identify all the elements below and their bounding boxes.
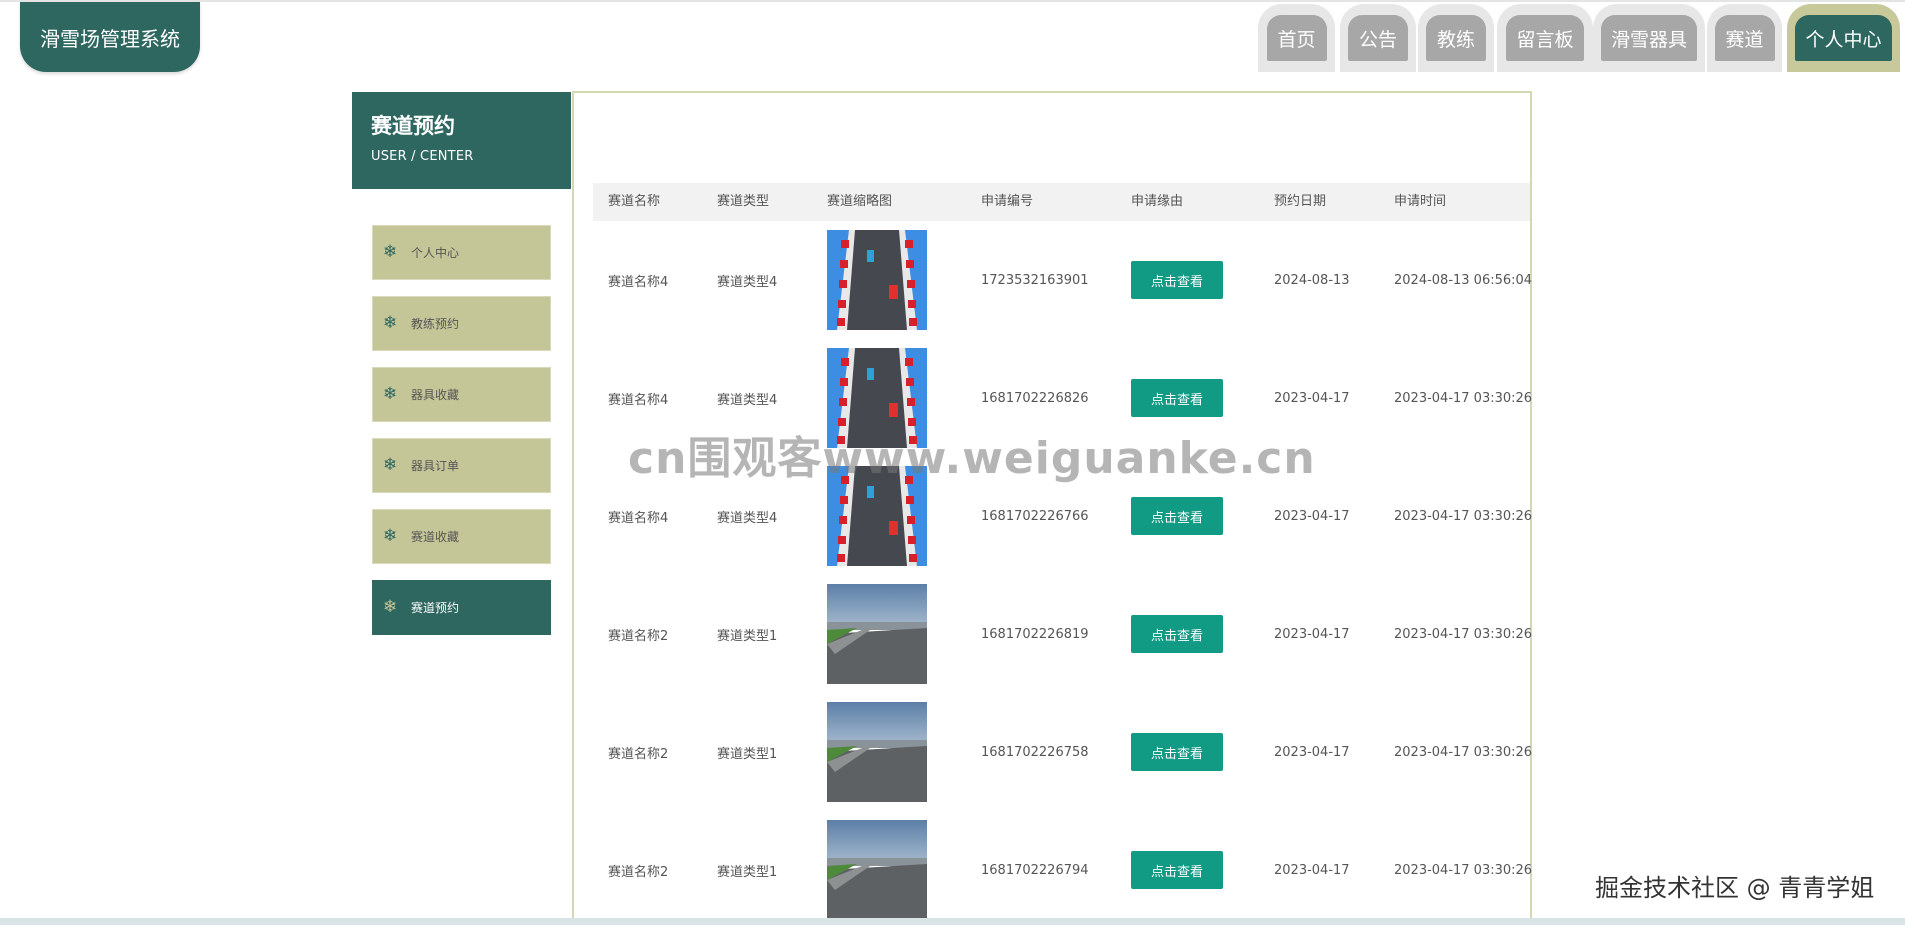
column-header-reason: 申请缘由 — [1131, 194, 1184, 209]
watermark-text: cn围观客www.weiguanke.cn — [628, 433, 1316, 484]
nav-tab-personal-center-label: 个人中心 — [1795, 15, 1892, 61]
cell-reason: 点击查看 — [1131, 575, 1223, 693]
sidebar-item-track-booking[interactable]: ❄ 赛道预约 — [372, 580, 551, 635]
nav-tab-message-board-label: 留言板 — [1506, 15, 1584, 61]
cell-reason: 点击查看 — [1131, 811, 1223, 929]
sidebar-item-label: 教练预约 — [411, 317, 460, 331]
cell-apply-time: 2023-04-17 03:30:26 — [1394, 508, 1533, 524]
nav-tab-home[interactable]: 首页 — [1258, 4, 1335, 72]
sidebar-title: 赛道预约 — [371, 114, 455, 138]
cell-booking-date: 2023-04-17 — [1274, 862, 1350, 878]
cell-apply-no: 1681702226819 — [981, 626, 1089, 642]
circuit-photo-thumbnail[interactable] — [827, 820, 927, 920]
view-button[interactable]: 点击查看 — [1131, 733, 1223, 771]
cell-apply-no: 1681702226794 — [981, 862, 1089, 878]
snowflake-icon: ❄ — [383, 597, 398, 617]
cell-booking-date: 2023-04-17 — [1274, 626, 1350, 642]
nav-tab-track[interactable]: 赛道 — [1707, 4, 1782, 72]
nav-tab-coach[interactable]: 教练 — [1418, 4, 1494, 72]
view-button[interactable]: 点击查看 — [1131, 615, 1223, 653]
table-row: 赛道名称2 赛道类型1 1681702226819 点击查看 2023-04-1… — [593, 575, 1533, 693]
nav-tab-notice-label: 公告 — [1348, 15, 1408, 61]
view-button[interactable]: 点击查看 — [1131, 379, 1223, 417]
table-row: 赛道名称2 赛道类型1 1681702226758 点击查看 2023-04-1… — [593, 693, 1533, 811]
cell-thumbnail — [827, 221, 927, 339]
sidebar-item-equipment-favorites[interactable]: ❄ 器具收藏 — [372, 367, 551, 422]
bottom-edge — [0, 918, 1905, 925]
sidebar-item-label: 个人中心 — [411, 246, 460, 260]
nav-tab-notice[interactable]: 公告 — [1340, 4, 1416, 72]
cell-track-name: 赛道名称4 — [608, 274, 669, 290]
sidebar-item-coach-booking[interactable]: ❄ 教练预约 — [372, 296, 551, 351]
credit-text: 掘金技术社区 @ 青青学姐 — [1595, 874, 1875, 902]
cell-apply-time: 2023-04-17 03:30:26 — [1394, 626, 1533, 642]
table-row: 赛道名称4 赛道类型4 1723532163901 点击查看 2024-08-1… — [593, 221, 1533, 339]
column-header-thumbnail: 赛道缩略图 — [827, 194, 893, 209]
cell-apply-no: 1723532163901 — [981, 272, 1089, 288]
cell-apply-no: 1681702226758 — [981, 744, 1089, 760]
column-header-track-name: 赛道名称 — [608, 194, 661, 209]
cell-booking-date: 2023-04-17 — [1274, 744, 1350, 760]
sidebar-item-label: 器具收藏 — [411, 388, 460, 402]
sidebar-subtitle: USER / CENTER — [371, 149, 474, 164]
nav-tab-home-label: 首页 — [1266, 15, 1327, 61]
nav-tab-equipment-label: 滑雪器具 — [1600, 15, 1697, 61]
table-row: 赛道名称2 赛道类型1 1681702226794 点击查看 2023-04-1… — [593, 811, 1533, 929]
column-header-track-type: 赛道类型 — [717, 194, 770, 209]
cell-track-type: 赛道类型4 — [717, 274, 778, 290]
cell-apply-time: 2023-04-17 03:30:26 — [1394, 862, 1533, 878]
cell-track-name: 赛道名称2 — [608, 628, 669, 644]
cell-track-type: 赛道类型1 — [717, 746, 778, 762]
nav-tab-coach-label: 教练 — [1426, 15, 1486, 61]
sidebar-item-label: 器具订单 — [411, 459, 460, 473]
column-header-apply-no: 申请编号 — [981, 194, 1034, 209]
table-header: 赛道名称 赛道类型 赛道缩略图 申请编号 申请缘由 预约日期 申请时间 — [593, 183, 1530, 221]
snowflake-icon: ❄ — [383, 313, 398, 333]
sidebar-item-track-favorites[interactable]: ❄ 赛道收藏 — [372, 509, 551, 564]
cell-track-name: 赛道名称2 — [608, 746, 669, 762]
sidebar-item-personal-center[interactable]: ❄ 个人中心 — [372, 225, 551, 280]
nav-tab-track-label: 赛道 — [1714, 15, 1775, 61]
cell-booking-date: 2024-08-13 — [1274, 272, 1350, 288]
nav-tab-personal-center[interactable]: 个人中心 — [1787, 4, 1900, 72]
snowflake-icon: ❄ — [383, 455, 398, 475]
sidebar-item-label: 赛道收藏 — [411, 530, 460, 544]
sidebar-item-equipment-orders[interactable]: ❄ 器具订单 — [372, 438, 551, 493]
circuit-photo-thumbnail[interactable] — [827, 702, 927, 802]
column-header-booking-date: 预约日期 — [1274, 194, 1327, 209]
sidebar-item-label: 赛道预约 — [411, 601, 460, 615]
cell-apply-time: 2024-08-13 06:56:04 — [1394, 272, 1533, 288]
view-button[interactable]: 点击查看 — [1131, 497, 1223, 535]
cell-track-name: 赛道名称2 — [608, 864, 669, 880]
cell-reason: 点击查看 — [1131, 693, 1223, 811]
cell-track-type: 赛道类型1 — [717, 628, 778, 644]
race-track-thumbnail[interactable] — [827, 230, 927, 330]
nav-tab-message-board[interactable]: 留言板 — [1497, 4, 1593, 72]
top-nav: 首页 公告 教练 留言板 滑雪器具 赛道 个人中心 — [0, 2, 1905, 72]
sidebar-header: 赛道预约 USER / CENTER — [352, 92, 571, 189]
cell-apply-time: 2023-04-17 03:30:26 — [1394, 390, 1533, 406]
cell-reason: 点击查看 — [1131, 221, 1223, 339]
cell-thumbnail — [827, 811, 927, 929]
cell-apply-time: 2023-04-17 03:30:26 — [1394, 744, 1533, 760]
column-header-apply-time: 申请时间 — [1394, 194, 1447, 209]
snowflake-icon: ❄ — [383, 526, 398, 546]
cell-thumbnail — [827, 693, 927, 811]
nav-tab-equipment[interactable]: 滑雪器具 — [1593, 4, 1705, 72]
cell-thumbnail — [827, 575, 927, 693]
view-button[interactable]: 点击查看 — [1131, 851, 1223, 889]
cell-track-type: 赛道类型1 — [717, 864, 778, 880]
snowflake-icon: ❄ — [383, 242, 398, 262]
view-button[interactable]: 点击查看 — [1131, 261, 1223, 299]
circuit-photo-thumbnail[interactable] — [827, 584, 927, 684]
snowflake-icon: ❄ — [383, 384, 398, 404]
